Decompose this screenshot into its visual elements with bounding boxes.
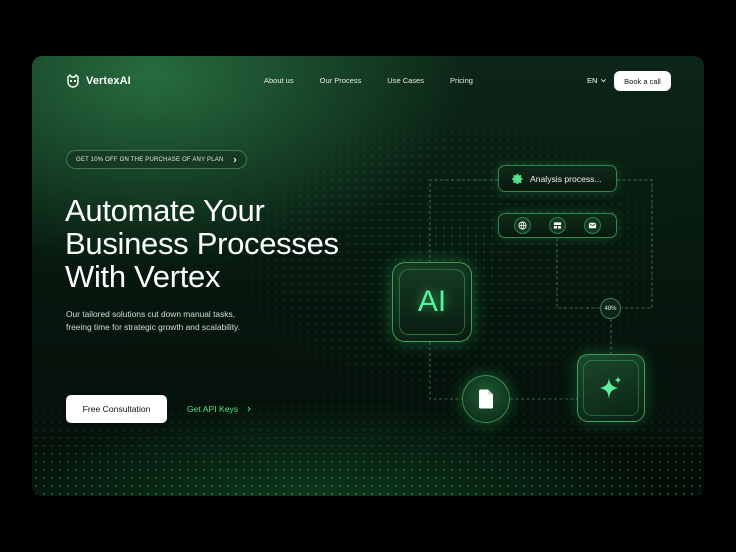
progress-indicator: 48% (600, 298, 621, 319)
file-node (462, 375, 510, 423)
hero-title-line-2: Business Processes (65, 226, 339, 261)
layout-button[interactable] (549, 217, 566, 234)
promo-badge[interactable]: GET 10% OFF ON THE PURCHASE OF ANY PLAN (66, 150, 247, 169)
file-icon (479, 389, 493, 409)
analysis-status-label: Analysis process... (530, 173, 602, 184)
ai-label: AI (417, 285, 447, 318)
gear-icon (512, 173, 523, 184)
language-selector[interactable]: EN (587, 76, 607, 85)
hero-frame: VertexAI About us Our Process Use Cases … (32, 56, 704, 496)
ai-node-inner: AI (399, 269, 465, 335)
free-consultation-button[interactable]: Free Consultation (66, 395, 167, 423)
chevron-right-icon (247, 406, 251, 412)
get-api-keys-label: Get API Keys (187, 404, 239, 414)
ai-node: AI (392, 262, 472, 342)
mail-icon (588, 222, 597, 229)
globe-icon (518, 221, 527, 230)
brand-name: VertexAI (86, 75, 131, 87)
language-label: EN (587, 76, 598, 85)
integration-icons-pill (498, 213, 617, 238)
main-nav: About us Our Process Use Cases Pricing (264, 76, 473, 85)
nav-use-cases[interactable]: Use Cases (387, 76, 424, 85)
sparkle-node-inner (583, 360, 639, 416)
chevron-right-icon (233, 157, 237, 162)
book-call-button[interactable]: Book a call (614, 71, 671, 91)
hero-description: Our tailored solutions cut down manual t… (66, 309, 240, 332)
chevron-down-icon (601, 79, 607, 83)
nav-about-us[interactable]: About us (264, 76, 294, 85)
layout-icon (553, 222, 562, 229)
promo-text: GET 10% OFF ON THE PURCHASE OF ANY PLAN (76, 156, 224, 163)
sparkle-icon (600, 376, 622, 399)
globe-button[interactable] (514, 217, 531, 234)
hero-title: Automate Your Business Processes With Ve… (65, 194, 395, 293)
sparkle-node (577, 354, 645, 422)
brand-logo[interactable]: VertexAI (66, 74, 131, 88)
analysis-status-pill: Analysis process... (498, 165, 617, 192)
hero-title-line-1: Automate Your (65, 193, 265, 228)
hero-title-line-3: With Vertex (65, 259, 221, 294)
owl-logo-icon (67, 74, 79, 88)
nav-pricing[interactable]: Pricing (450, 76, 473, 85)
mail-button[interactable] (584, 217, 601, 234)
nav-our-process[interactable]: Our Process (320, 76, 362, 85)
get-api-keys-link[interactable]: Get API Keys (187, 404, 252, 414)
